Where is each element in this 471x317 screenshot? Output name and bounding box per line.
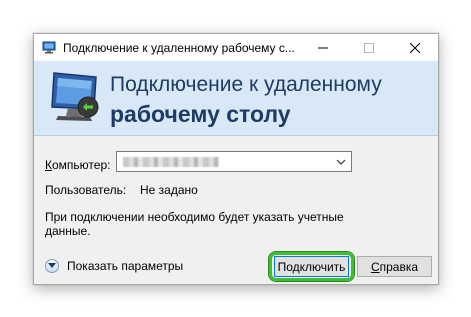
expand-chevron-icon[interactable] (45, 259, 59, 273)
credentials-note: При подключении необходимо будет указать… (45, 210, 344, 238)
maximize-button[interactable] (346, 34, 392, 61)
connect-button[interactable]: Подключить (269, 252, 354, 281)
close-icon (410, 42, 420, 53)
banner-title-line2: рабочему столу (110, 101, 291, 127)
show-options-toggle[interactable]: Показать параметры (45, 259, 183, 273)
window-title: Подключение к удаленному рабочему с... (63, 41, 295, 55)
computer-value-redacted (123, 157, 219, 167)
title-bar[interactable]: Подключение к удаленному рабочему с... (34, 34, 438, 61)
maximize-icon (364, 42, 374, 53)
minimize-icon (318, 47, 328, 48)
computer-label: Компьютер: (45, 158, 110, 172)
user-label: Пользователь: (45, 183, 127, 197)
header-banner: Подключение к удаленному рабочему столу (34, 61, 438, 136)
show-options-label[interactable]: Показать параметры (67, 259, 183, 273)
remote-desktop-icon (42, 41, 56, 54)
rdp-window: Подключение к удаленному рабочему с... П… (33, 33, 439, 285)
banner-title-line1: Подключение к удаленному (110, 73, 382, 96)
chevron-down-icon[interactable] (336, 157, 346, 167)
help-button[interactable]: Справка (357, 256, 432, 277)
computer-label-text: омпьютер: (52, 158, 111, 172)
remote-desktop-monitor-icon (51, 72, 99, 121)
close-button[interactable] (392, 34, 438, 61)
minimize-button[interactable] (300, 34, 346, 61)
computer-combobox[interactable] (116, 151, 352, 172)
computer-label-accel: К (45, 158, 52, 172)
user-value: Не задано (140, 183, 198, 197)
